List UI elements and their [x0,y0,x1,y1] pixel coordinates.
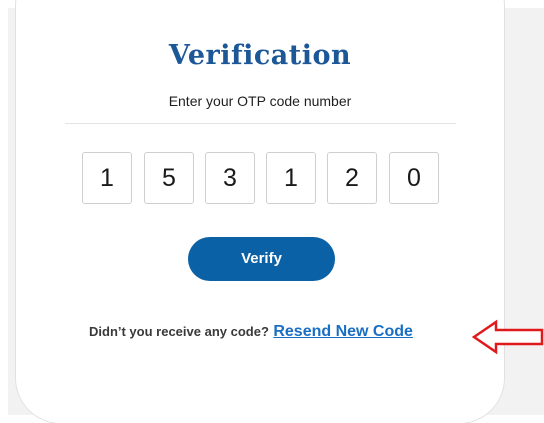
resend-row: Didn’t you receive any code? Resend New … [89,323,413,341]
otp-digit-1[interactable]: 1 [82,152,132,204]
otp-digit-2[interactable]: 5 [144,152,194,204]
otp-instruction: Enter your OTP code number [168,93,352,109]
otp-digit-4[interactable]: 1 [266,152,316,204]
otp-digit-3[interactable]: 3 [205,152,255,204]
red-arrow-left-icon [471,319,544,355]
page: Verification Enter your OTP code number … [0,0,544,423]
resend-code-link[interactable]: Resend New Code [273,323,413,340]
divider [65,123,456,124]
page-title: Verification [168,40,352,71]
otp-digit-5[interactable]: 2 [327,152,377,204]
verify-button[interactable]: Verify [188,237,335,281]
otp-digit-6[interactable]: 0 [389,152,439,204]
resend-prompt: Didn’t you receive any code? [89,324,269,339]
